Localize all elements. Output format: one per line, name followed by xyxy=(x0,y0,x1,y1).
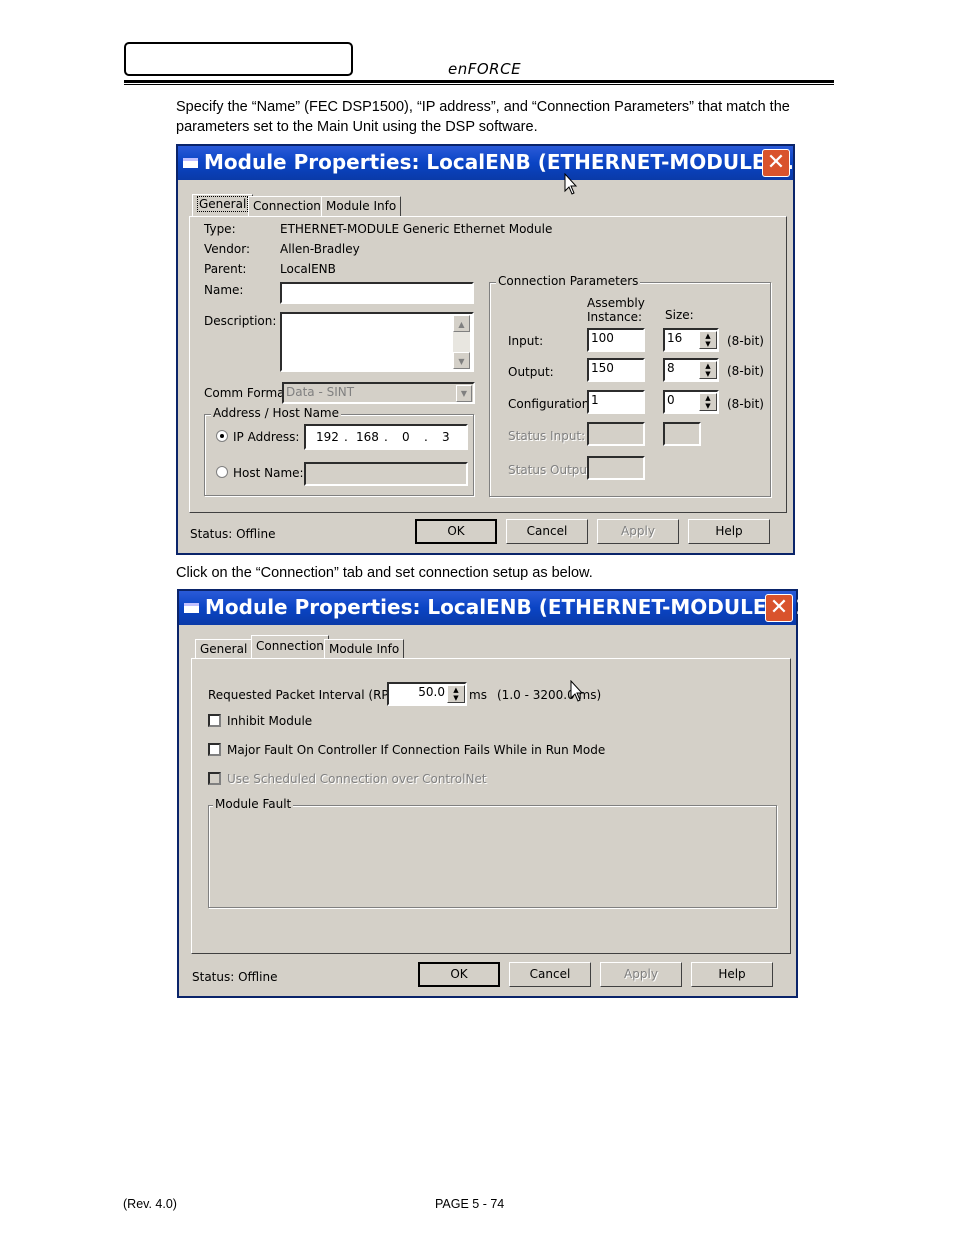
apply-button[interactable]: Apply xyxy=(597,519,679,544)
vendor-label: Vendor: xyxy=(204,242,250,256)
configuration-instance-field[interactable]: 1 xyxy=(587,390,645,414)
title-bar: Module Properties: LocalENB (ETHERNET-MO… xyxy=(179,591,818,625)
status-input-field[interactable] xyxy=(587,422,645,446)
inhibit-module-checkbox[interactable] xyxy=(208,714,221,727)
apply-button[interactable]: Apply xyxy=(600,962,682,987)
spinner-icon[interactable]: ▲ ▼ xyxy=(699,331,717,349)
scheduled-connection-checkbox[interactable] xyxy=(208,772,221,785)
help-button[interactable]: Help xyxy=(688,519,770,544)
type-label: Type: xyxy=(204,222,236,236)
ip-address-radio[interactable] xyxy=(216,430,228,442)
status-input-size-field[interactable] xyxy=(663,422,701,446)
description-scrollbar[interactable]: ▲ ▼ xyxy=(453,315,470,369)
ok-button[interactable]: OK xyxy=(418,962,500,987)
inhibit-module-label: Inhibit Module xyxy=(227,714,313,728)
major-fault-label: Major Fault On Controller If Connection … xyxy=(227,743,606,757)
close-button[interactable]: ✕ xyxy=(762,149,790,177)
parent-label: Parent: xyxy=(204,262,247,276)
host-name-input[interactable] xyxy=(304,462,468,486)
configuration-label: Configuration: xyxy=(508,397,594,411)
tab-module-info[interactable]: Module Info xyxy=(321,196,402,216)
window-icon xyxy=(183,158,198,168)
chevron-down-icon[interactable]: ▼ xyxy=(456,385,472,402)
description-input[interactable] xyxy=(280,312,474,372)
ip-address-field[interactable]: 192 . 168 . 0 . 3 xyxy=(304,424,468,450)
status-input-label: Status Input: xyxy=(508,429,586,443)
dialog-title: Module Properties: LocalENB (ETHERNET-MO… xyxy=(205,595,819,619)
cancel-button[interactable]: Cancel xyxy=(506,519,588,544)
output-label: Output: xyxy=(508,365,554,379)
status-output-label: Status Output: xyxy=(508,463,596,477)
comm-format-label: Comm Format: xyxy=(204,386,294,400)
mouse-cursor-icon xyxy=(564,173,578,195)
status-text: Status: Offline xyxy=(192,970,278,984)
tab-general[interactable]: General xyxy=(195,639,253,659)
rpi-label: Requested Packet Interval (RPI): xyxy=(208,688,401,702)
module-fault-label: Module Fault xyxy=(213,797,294,811)
header-box xyxy=(124,42,353,76)
connection-parameters-label: Connection Parameters xyxy=(496,274,641,288)
connection-instruction: Click on the “Connection” tab and set co… xyxy=(176,565,593,581)
close-button[interactable]: ✕ xyxy=(765,594,793,622)
revision-label: (Rev. 4.0) xyxy=(123,1197,177,1211)
title-bar: Module Properties: LocalENB (ETHERNET-MO… xyxy=(178,146,817,180)
status-text: Status: Offline xyxy=(190,527,276,541)
dialog-title: Module Properties: LocalENB (ETHERNET-MO… xyxy=(204,150,818,174)
intro-paragraph: Specify the “Name” (FEC DSP1500), “IP ad… xyxy=(176,99,790,135)
scroll-up-icon[interactable]: ▲ xyxy=(453,315,470,332)
module-properties-dialog-general: Module Properties: LocalENB (ETHERNET-MO… xyxy=(176,144,817,555)
ip-address-label: IP Address: xyxy=(233,430,300,444)
name-label: Name: xyxy=(204,283,244,297)
spinner-icon[interactable]: ▲ ▼ xyxy=(447,685,465,703)
vendor-value: Allen-Bradley xyxy=(280,242,360,256)
input-label: Input: xyxy=(508,334,544,348)
type-value: ETHERNET-MODULE Generic Ethernet Module xyxy=(280,222,553,236)
module-properties-dialog-connection: Module Properties: LocalENB (ETHERNET-MO… xyxy=(177,589,818,998)
brand-logo: enFORCE xyxy=(448,60,522,78)
header-rule-thin xyxy=(124,84,834,85)
comm-format-select[interactable]: Data - SINT xyxy=(282,382,475,404)
status-output-field[interactable] xyxy=(587,456,645,480)
mouse-cursor-icon xyxy=(570,680,584,702)
tab-connection[interactable]: Connection xyxy=(248,196,326,216)
configuration-unit: (8-bit) xyxy=(727,397,764,411)
rpi-unit: ms xyxy=(469,688,487,702)
major-fault-checkbox[interactable] xyxy=(208,743,221,756)
page-number: PAGE 5 - 74 xyxy=(435,1197,505,1211)
host-name-label: Host Name: xyxy=(233,466,304,480)
name-input[interactable] xyxy=(280,282,474,304)
scroll-down-icon[interactable]: ▼ xyxy=(453,352,470,369)
input-unit: (8-bit) xyxy=(727,334,764,348)
host-name-radio[interactable] xyxy=(216,466,228,478)
ok-button[interactable]: OK xyxy=(415,519,497,544)
spinner-icon[interactable]: ▲ ▼ xyxy=(699,393,717,411)
tab-connection[interactable]: Connection xyxy=(251,635,329,659)
parent-value: LocalENB xyxy=(280,262,336,276)
input-instance-field[interactable]: 100 xyxy=(587,328,645,352)
size-header: Size: xyxy=(665,308,694,322)
help-button[interactable]: Help xyxy=(691,962,773,987)
output-unit: (8-bit) xyxy=(727,364,764,378)
tab-general[interactable]: General xyxy=(192,194,254,216)
address-group-label: Address / Host Name xyxy=(211,406,341,420)
scheduled-connection-label: Use Scheduled Connection over ControlNet xyxy=(227,772,487,786)
description-label: Description: xyxy=(204,314,277,328)
header-rule xyxy=(124,80,834,83)
spinner-icon[interactable]: ▲ ▼ xyxy=(699,361,717,379)
tab-module-info[interactable]: Module Info xyxy=(324,639,405,659)
window-icon xyxy=(184,603,199,613)
cancel-button[interactable]: Cancel xyxy=(509,962,591,987)
module-fault-group: Module Fault xyxy=(208,797,777,908)
assembly-instance-header: Assembly Instance: xyxy=(587,296,645,324)
output-instance-field[interactable]: 150 xyxy=(587,358,645,382)
